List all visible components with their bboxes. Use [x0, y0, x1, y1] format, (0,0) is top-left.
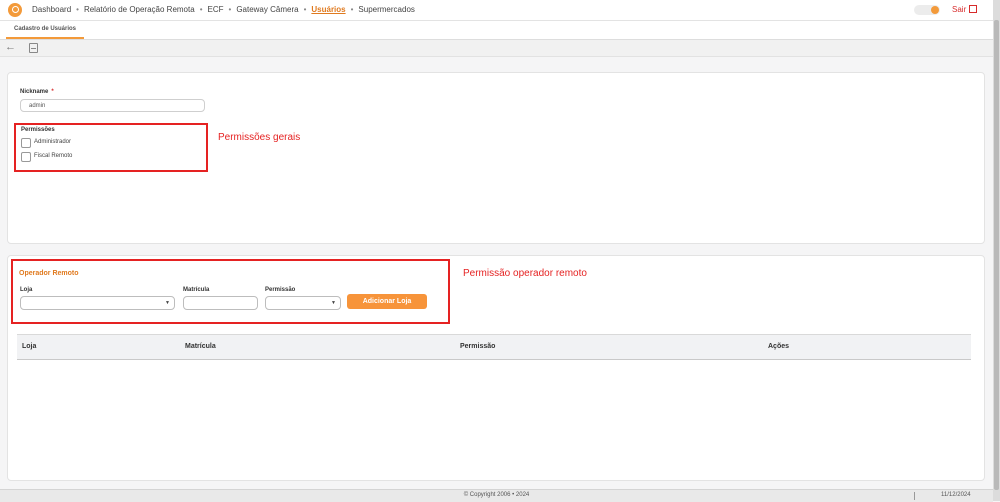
- logout-label: Sair: [952, 5, 967, 14]
- annotation-box-general: [14, 123, 208, 172]
- nav-item-ecf[interactable]: ECF: [208, 5, 224, 14]
- nav-separator: •: [350, 5, 354, 14]
- nav-separator: •: [76, 5, 79, 14]
- nav-separator: •: [199, 5, 203, 14]
- logo-icon[interactable]: [8, 3, 22, 17]
- nav-item-supermercados[interactable]: Supermercados: [358, 5, 414, 14]
- theme-toggle[interactable]: [914, 5, 940, 15]
- arrow-left-icon[interactable]: ←: [5, 42, 16, 53]
- scrollbar-thumb[interactable]: [994, 20, 999, 490]
- tab-strip: Cadastro de Usuários: [0, 21, 993, 40]
- nav-separator: •: [228, 5, 232, 14]
- logout-button[interactable]: Sair: [952, 5, 978, 14]
- required-mark: *: [51, 89, 54, 95]
- toolbar: ←: [0, 40, 993, 57]
- toggle-knob: [931, 6, 939, 14]
- nickname-label-text: Nickname: [20, 89, 49, 95]
- column-header-acoes[interactable]: Ações: [768, 343, 789, 350]
- nav-item-dashboard[interactable]: Dashboard: [32, 5, 71, 14]
- nav-separator: •: [303, 5, 307, 14]
- nickname-input[interactable]: admin: [20, 99, 205, 112]
- copyright-text: © Copyright 2006 • 2024: [463, 492, 530, 498]
- save-icon[interactable]: [29, 43, 38, 53]
- footer: © Copyright 2006 • 2024 11/12/2024: [0, 489, 993, 502]
- top-navbar: Dashboard • Relatório de Operação Remota • E…: [0, 0, 993, 21]
- column-header-loja[interactable]: Loja: [22, 343, 36, 350]
- tab-cadastro-usuarios[interactable]: Cadastro de Usuários: [6, 21, 85, 39]
- page-scrollbar[interactable]: [993, 0, 1000, 501]
- footer-date: 11/12/2024: [941, 492, 971, 498]
- annotation-remote: Permissão operador remoto: [463, 268, 587, 279]
- stores-table-header: Loja Matrícula Permissão Ações: [17, 334, 971, 360]
- nav-item-gateway-camera[interactable]: Gateway Câmera: [236, 5, 298, 14]
- nickname-label: Nickname *: [20, 89, 54, 95]
- column-header-matricula[interactable]: Matrícula: [185, 343, 216, 350]
- column-header-permissao[interactable]: Permissão: [460, 343, 495, 350]
- logout-icon: [969, 5, 978, 13]
- main-nav: Dashboard • Relatório de Operação Remota • E…: [32, 5, 415, 14]
- nav-item-usuarios[interactable]: Usuários: [311, 5, 345, 14]
- nav-item-relatorio[interactable]: Relatório de Operação Remota: [84, 5, 195, 14]
- annotation-general: Permissões gerais: [218, 132, 301, 143]
- annotation-box-remote: [11, 259, 450, 324]
- footer-divider: [914, 492, 915, 500]
